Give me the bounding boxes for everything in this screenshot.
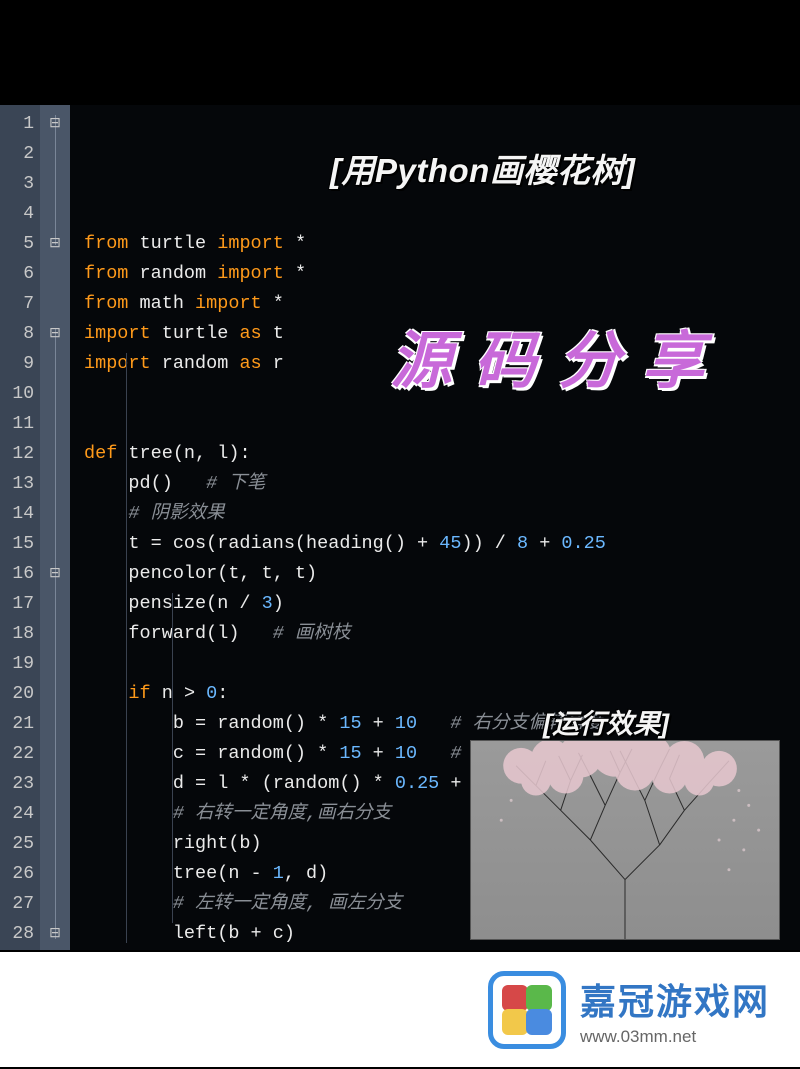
code-line[interactable]: from random import * — [84, 259, 800, 289]
line-number: 1 — [0, 109, 34, 139]
result-label: [运行效果] — [543, 702, 669, 741]
line-number: 15 — [0, 529, 34, 559]
line-number: 27 — [0, 889, 34, 919]
line-number: 8 — [0, 319, 34, 349]
line-number: 26 — [0, 859, 34, 889]
line-number: 22 — [0, 739, 34, 769]
line-number: 23 — [0, 769, 34, 799]
code-line[interactable]: from turtle import * — [84, 229, 800, 259]
share-overlay: 源码分享 — [390, 310, 726, 400]
code-line[interactable]: if n > 0: — [84, 679, 800, 709]
line-number: 4 — [0, 199, 34, 229]
line-number: 20 — [0, 679, 34, 709]
line-number: 25 — [0, 829, 34, 859]
line-number: 14 — [0, 499, 34, 529]
line-number-gutter: 1234567891011121314151617181920212223242… — [0, 105, 40, 950]
code-line[interactable]: def tree(n, l): — [84, 439, 800, 469]
line-number: 3 — [0, 169, 34, 199]
title-overlay: [用Python画樱花树] — [330, 144, 635, 192]
code-line[interactable] — [84, 409, 800, 439]
line-number: 6 — [0, 259, 34, 289]
code-line[interactable]: pencolor(t, t, t) — [84, 559, 800, 589]
line-number: 7 — [0, 289, 34, 319]
line-number: 5 — [0, 229, 34, 259]
fold-toggle-icon[interactable]: ⊟ — [49, 109, 61, 139]
code-line[interactable]: pd() # 下笔 — [84, 469, 800, 499]
fold-toggle-icon[interactable]: ⊟ — [49, 319, 61, 349]
line-number: 10 — [0, 379, 34, 409]
code-line[interactable] — [84, 649, 800, 679]
fold-toggle-icon[interactable]: ⊟ — [49, 229, 61, 259]
line-number: 17 — [0, 589, 34, 619]
fold-column: ⊟ ⊟ ⊟ ⊟ ⊟ — [40, 105, 70, 950]
line-number: 9 — [0, 349, 34, 379]
line-number: 11 — [0, 409, 34, 439]
brand-logo-icon — [488, 971, 566, 1049]
line-number: 18 — [0, 619, 34, 649]
line-number: 24 — [0, 799, 34, 829]
line-number: 21 — [0, 709, 34, 739]
line-number: 19 — [0, 649, 34, 679]
line-number: 12 — [0, 439, 34, 469]
code-line[interactable]: t = cos(radians(heading() + 45)) / 8 + 0… — [84, 529, 800, 559]
line-number: 2 — [0, 139, 34, 169]
fold-toggle-icon[interactable]: ⊟ — [49, 919, 61, 949]
code-line[interactable]: forward(l) # 画树枝 — [84, 619, 800, 649]
code-line[interactable]: # 阴影效果 — [84, 499, 800, 529]
line-number: 13 — [0, 469, 34, 499]
line-number: 16 — [0, 559, 34, 589]
code-line[interactable]: b = random() * 15 + 10 # 右分支偏转角度 — [84, 709, 800, 739]
footer-watermark: 嘉冠游戏网 www.03mm.net — [0, 952, 800, 1067]
code-line[interactable]: pensize(n / 3) — [84, 589, 800, 619]
brand-name: 嘉冠游戏网 — [580, 973, 770, 1025]
line-number: 28 — [0, 919, 34, 949]
fold-toggle-icon[interactable]: ⊟ — [49, 559, 61, 589]
result-preview-image — [470, 740, 780, 940]
brand-url: www.03mm.net — [580, 1027, 696, 1047]
